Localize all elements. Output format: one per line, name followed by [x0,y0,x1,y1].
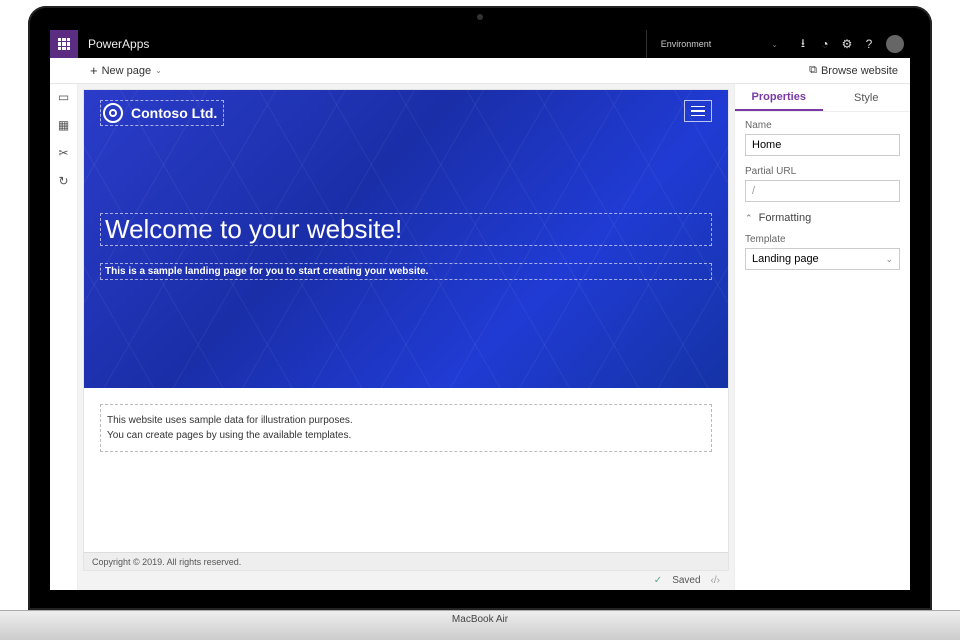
tab-properties[interactable]: Properties [735,84,823,111]
canvas-status-bar: ✓ Saved ‹/› [84,570,728,590]
site-brand[interactable]: Contoso Ltd. [100,100,224,126]
page-subheadline[interactable]: This is a sample landing page for you to… [100,263,712,280]
code-toggle-icon[interactable]: ‹/› [711,575,720,586]
saved-label: Saved [672,575,700,586]
chevron-down-icon: ⌄ [155,66,162,75]
brand-logo-icon [103,103,123,123]
body-section: This website uses sample data for illust… [84,388,728,550]
components-rail-icon[interactable]: ▦ [57,118,71,132]
download-icon[interactable]: ⭳ [792,34,814,55]
check-icon: ✓ [654,575,662,586]
browse-website-button[interactable]: ⧉ Browse website [803,62,904,79]
environment-picker[interactable]: Environment ⌄ [646,30,792,58]
body-line: You can create pages by using the availa… [107,430,705,441]
formatting-section-toggle[interactable]: ⌃ Formatting [745,212,900,224]
page-headline[interactable]: Welcome to your website! [100,213,712,246]
body-text-block[interactable]: This website uses sample data for illust… [100,404,712,452]
brand-name: Contoso Ltd. [131,105,217,121]
properties-pane: Properties Style Name Partial URL ⌃ Form… [734,84,910,590]
partial-url-field: Partial URL [745,166,900,202]
settings-icon[interactable]: ⚙ [836,37,858,51]
page-footer[interactable]: Copyright © 2019. All rights reserved. [84,552,728,570]
template-select[interactable]: Landing page ⌄ [745,248,900,270]
left-tool-rail: ▭ ▦ ✂ ↻ [50,84,78,590]
sync-rail-icon[interactable]: ↻ [57,174,71,188]
template-field: Template Landing page ⌄ [745,234,900,270]
laptop-base: MacBook Air [0,610,960,640]
plus-icon: + [90,64,98,77]
page-canvas[interactable]: Contoso Ltd. Welcome to your website! Th… [84,90,728,570]
help-icon[interactable]: ? [858,37,880,51]
app-title: PowerApps [78,37,159,51]
device-label: MacBook Air [452,614,508,625]
formatting-label: Formatting [759,212,812,224]
chevron-down-icon: ⌄ [771,40,778,49]
command-bar: + New page ⌄ ⧉ Browse website [50,58,910,84]
new-page-label: New page [102,65,152,77]
partial-url-input [745,180,900,202]
tab-style[interactable]: Style [823,84,911,111]
canvas-area: Contoso Ltd. Welcome to your website! Th… [78,84,734,590]
waffle-icon [58,38,70,50]
notifications-icon[interactable]: ◔ [814,37,836,51]
chevron-down-icon: ⌃ [745,213,753,224]
template-label: Template [745,234,900,245]
pages-rail-icon[interactable]: ▭ [57,90,71,104]
name-input[interactable] [745,134,900,156]
template-value: Landing page [752,253,819,265]
open-external-icon: ⧉ [809,64,817,77]
hamburger-menu-button[interactable] [684,100,712,122]
global-header: PowerApps Environment ⌄ ⭳ ◔ ⚙ ? [50,30,910,58]
camera-dot [477,14,483,20]
partial-url-label: Partial URL [745,166,900,177]
body-line: This website uses sample data for illust… [107,415,705,426]
hero-section: Contoso Ltd. Welcome to your website! Th… [84,90,728,388]
name-field: Name [745,120,900,156]
name-label: Name [745,120,900,131]
tools-rail-icon[interactable]: ✂ [57,146,71,160]
user-avatar[interactable] [886,35,904,53]
browse-website-label: Browse website [821,65,898,77]
app-launcher-button[interactable] [50,30,78,58]
environment-label: Environment [661,39,712,49]
properties-tabs: Properties Style [735,84,910,112]
chevron-down-icon: ⌄ [885,254,893,265]
new-page-button[interactable]: + New page ⌄ [84,62,168,79]
